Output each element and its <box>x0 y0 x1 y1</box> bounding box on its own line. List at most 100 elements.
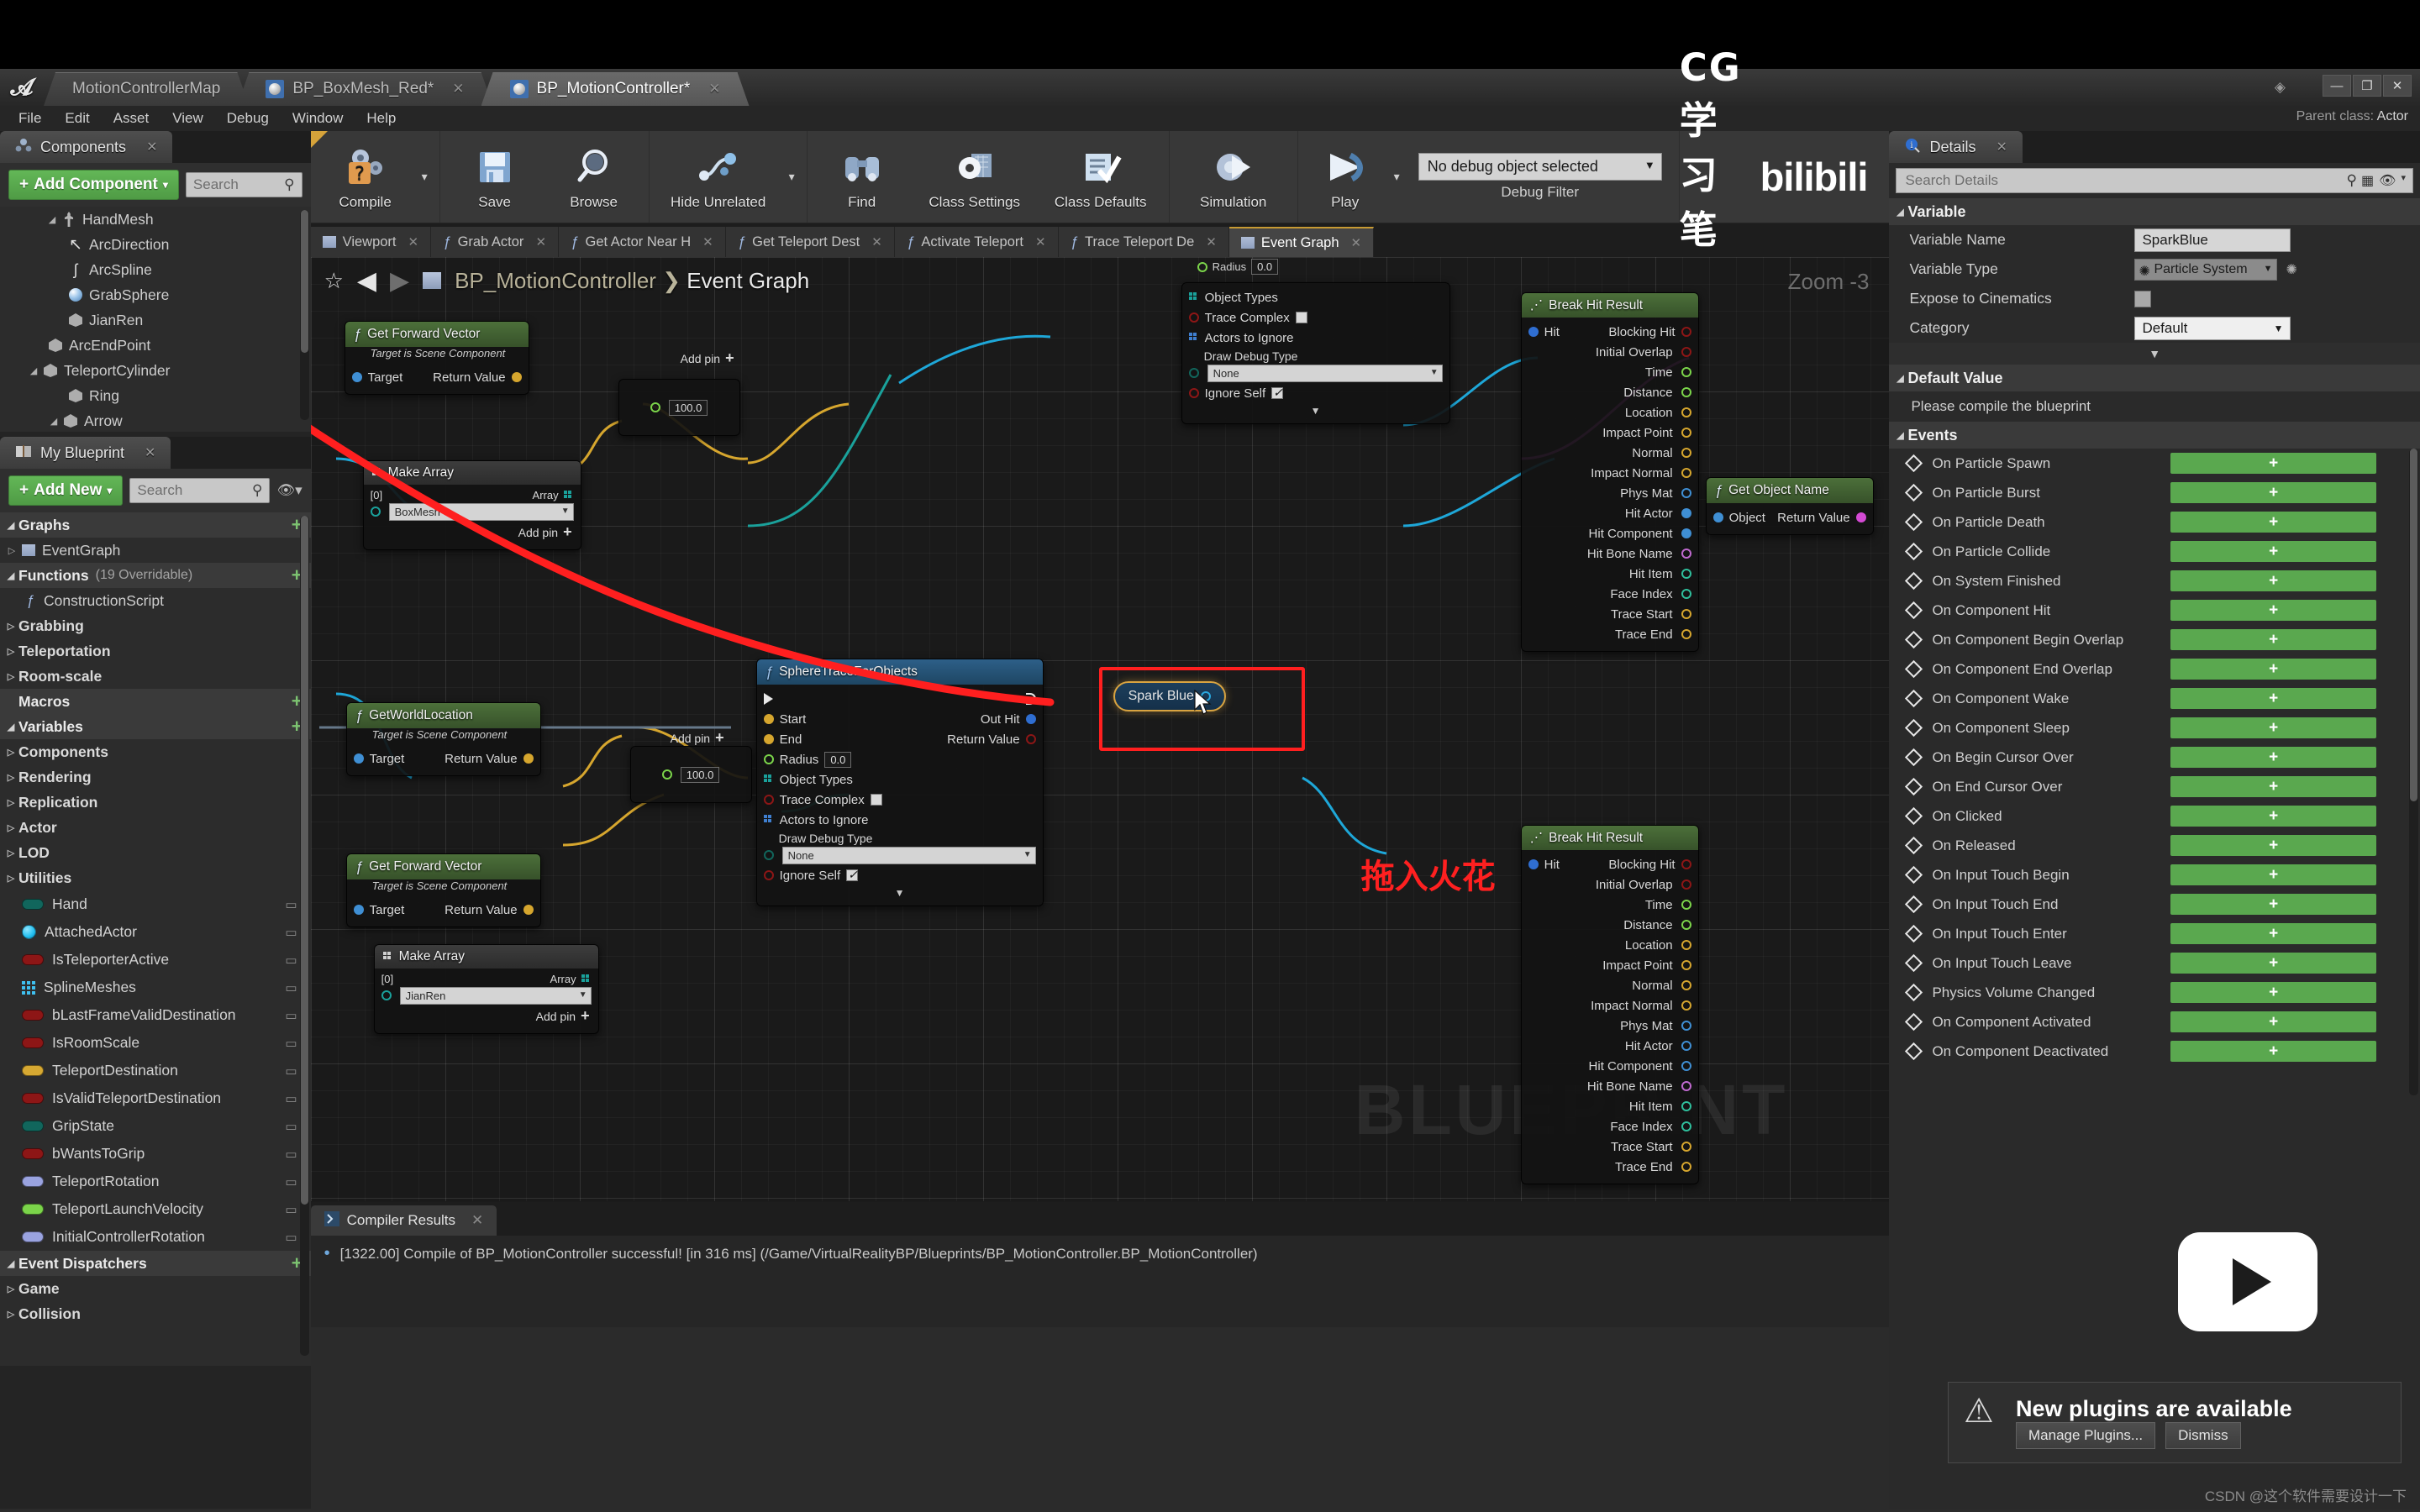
pin-row-hit-bone-name[interactable]: Hit Bone Name <box>1522 1076 1698 1096</box>
vector-pin-icon[interactable] <box>1681 1142 1691 1152</box>
node-get-forward-vector-2[interactable]: ƒ Get Forward Vector Target is Scene Com… <box>345 853 541 927</box>
object-pin-icon[interactable] <box>1712 512 1723 522</box>
expand-node-chevron-down-icon[interactable]: ▼ <box>1182 403 1449 417</box>
node-get-object-name[interactable]: ƒ Get Object Name Object Return Value <box>1705 477 1874 535</box>
close-button[interactable]: ✕ <box>2383 75 2412 97</box>
details-search-input[interactable]: Search Details ⚲ ▦ 👁 ▾ <box>1896 168 2413 193</box>
expose-to-cinematics-checkbox[interactable] <box>2134 290 2152 307</box>
dispatcher-folder-collision[interactable]: ▷ Collision <box>0 1301 311 1326</box>
int-pin-icon[interactable] <box>1681 1101 1691 1111</box>
pin-row-normal[interactable]: Normal <box>1522 975 1698 995</box>
window-tab-motioncontrollermap[interactable]: MotionControllerMap <box>44 72 249 106</box>
pin-row-time[interactable]: Time <box>1522 895 1698 915</box>
vector-pin-icon[interactable] <box>511 372 522 382</box>
menu-asset[interactable]: Asset <box>102 107 161 130</box>
radius-value-input[interactable]: 0.0 <box>824 751 852 768</box>
component-row-teleportcylinder[interactable]: ◢ TeleportCylinder <box>0 358 311 383</box>
expander-right-icon[interactable]: ▷ <box>3 671 18 682</box>
details-scrollbar[interactable] <box>2409 449 2418 1095</box>
close-icon[interactable]: ✕ <box>1996 139 2007 155</box>
bool-pin-icon[interactable] <box>763 870 774 880</box>
pin-row-hit-item[interactable]: Hit Item <box>1522 1096 1698 1116</box>
vector-pin-icon[interactable] <box>1681 448 1691 458</box>
pin-row-face-index[interactable]: Face Index <box>1522 584 1698 604</box>
pin-row-ignore-self[interactable]: Ignore Self <box>1182 383 1449 403</box>
add-event-button[interactable]: + <box>2170 659 2376 680</box>
visibility-icon[interactable]: ▭ <box>285 1147 297 1162</box>
visibility-icon[interactable]: ▭ <box>285 897 297 912</box>
component-row-jianren[interactable]: JianRen <box>0 307 311 333</box>
pin-row-hit[interactable]: Hit Blocking Hit <box>1522 322 1698 342</box>
myblueprint-search-input[interactable]: Search ⚲ <box>129 478 271 503</box>
variable-row-isroomscale[interactable]: IsRoomScale ▭ <box>0 1029 311 1057</box>
component-row-ring[interactable]: Ring <box>0 383 311 408</box>
pin-row-trace-complex[interactable]: Trace Complex <box>1182 307 1449 328</box>
float-pin-icon[interactable] <box>1681 387 1691 397</box>
graph-tab-trace-teleport-destination[interactable]: ƒ Trace Teleport De ✕ <box>1058 227 1229 257</box>
pin-row-trace-end[interactable]: Trace End <box>1522 1157 1698 1177</box>
expander-right-icon[interactable]: ▷ <box>3 621 18 632</box>
pin-row-draw-debug-type[interactable]: None ▼ <box>757 845 1043 865</box>
array-pin-icon[interactable] <box>563 490 574 501</box>
close-icon[interactable]: ✕ <box>1351 235 1362 250</box>
variable-folder-replication[interactable]: ▷ Replication <box>0 790 311 815</box>
pin-row-radius[interactable]: Radius 0.0 <box>757 749 1043 769</box>
object-pin-icon[interactable] <box>353 905 364 915</box>
bool-pin-icon[interactable] <box>1681 859 1691 869</box>
vector-pin-icon[interactable] <box>523 905 534 915</box>
pin-row-phys-mat[interactable]: Phys Mat <box>1522 1016 1698 1036</box>
node-multiply-1[interactable]: 100.0 <box>618 379 740 436</box>
add-new-button[interactable]: + Add New ▾ <box>8 475 124 506</box>
visibility-icon[interactable]: ▭ <box>285 1202 297 1217</box>
class-settings-button[interactable]: Class Settings <box>912 131 1038 223</box>
visibility-icon[interactable]: ▭ <box>285 1119 297 1134</box>
pin-row-normal[interactable]: Normal <box>1522 443 1698 463</box>
graph-tab-activate-teleporter[interactable]: ƒ Activate Teleport ✕ <box>894 227 1059 257</box>
vector-pin-icon[interactable] <box>1681 468 1691 478</box>
expander-down-icon[interactable]: ◢ <box>3 520 18 531</box>
pin-row-exec[interactable] <box>757 689 1043 709</box>
variable-row-hand[interactable]: Hand ▭ <box>0 890 311 918</box>
array-pin-icon[interactable] <box>581 974 592 984</box>
expander-down-icon[interactable]: ◢ <box>1892 373 1907 384</box>
compile-options-chevron-down-icon[interactable]: ▾ <box>415 131 434 223</box>
object-pin-icon[interactable] <box>1681 508 1691 518</box>
variable-row-bwantstogrip[interactable]: bWantsToGrip ▭ <box>0 1140 311 1168</box>
grid-view-icon[interactable]: ▦ <box>2361 172 2374 189</box>
expander-right-icon[interactable]: ▷ <box>3 646 18 657</box>
component-row-handmesh[interactable]: ◢ HandMesh <box>0 207 311 232</box>
node-break-hit-result-1[interactable]: ⋰ Break Hit Result Hit Blocking Hit Init… <box>1520 292 1699 652</box>
pin-row-distance[interactable]: Distance <box>1522 915 1698 935</box>
category-select[interactable]: Default ▼ <box>2134 316 2291 340</box>
variable-row-isteleporteractive[interactable]: IsTeleporterActive ▭ <box>0 946 311 974</box>
expander-right-icon[interactable]: ▷ <box>3 772 18 783</box>
expander-right-icon[interactable]: ▷ <box>3 1309 18 1320</box>
tab-components[interactable]: Components ✕ <box>0 131 173 163</box>
component-row-grabsphere[interactable]: GrabSphere <box>0 282 311 307</box>
string-pin-icon[interactable] <box>1855 512 1866 522</box>
expander-down-icon[interactable]: ◢ <box>3 570 18 581</box>
array-element-select[interactable]: JianRen ▼ <box>399 986 592 1005</box>
float-pin-icon[interactable] <box>650 402 660 412</box>
array-pin-icon[interactable] <box>763 774 774 785</box>
close-icon[interactable]: ✕ <box>702 234 713 249</box>
graph-tab-viewport[interactable]: Viewport ✕ <box>310 227 432 257</box>
float-pin-icon[interactable] <box>1681 920 1691 930</box>
pin-row-object[interactable]: Object Return Value <box>1707 507 1873 528</box>
expander-down-icon[interactable]: ◢ <box>1892 430 1907 441</box>
enum-pin-icon[interactable] <box>1188 368 1199 378</box>
pin-row-hit-bone-name[interactable]: Hit Bone Name <box>1522 543 1698 564</box>
visibility-icon[interactable]: ▭ <box>285 1036 297 1051</box>
close-icon[interactable]: ✕ <box>708 81 720 97</box>
object-pin-icon[interactable] <box>381 990 392 1000</box>
pin-row-actors-to-ignore[interactable]: Actors to Ignore <box>1182 328 1449 348</box>
visibility-icon[interactable]: ▭ <box>285 1008 297 1023</box>
float-pin-icon[interactable] <box>1681 367 1691 377</box>
expander-right-icon[interactable]: ▷ <box>3 822 18 833</box>
component-row-arcspline[interactable]: ʃ ArcSpline <box>0 257 311 282</box>
exec-out-pin-icon[interactable] <box>1025 693 1036 705</box>
menu-help[interactable]: Help <box>355 107 408 130</box>
close-icon[interactable]: ✕ <box>1206 234 1217 249</box>
vector-pin-icon[interactable] <box>1681 980 1691 990</box>
pin-row-phys-mat[interactable]: Phys Mat <box>1522 483 1698 503</box>
